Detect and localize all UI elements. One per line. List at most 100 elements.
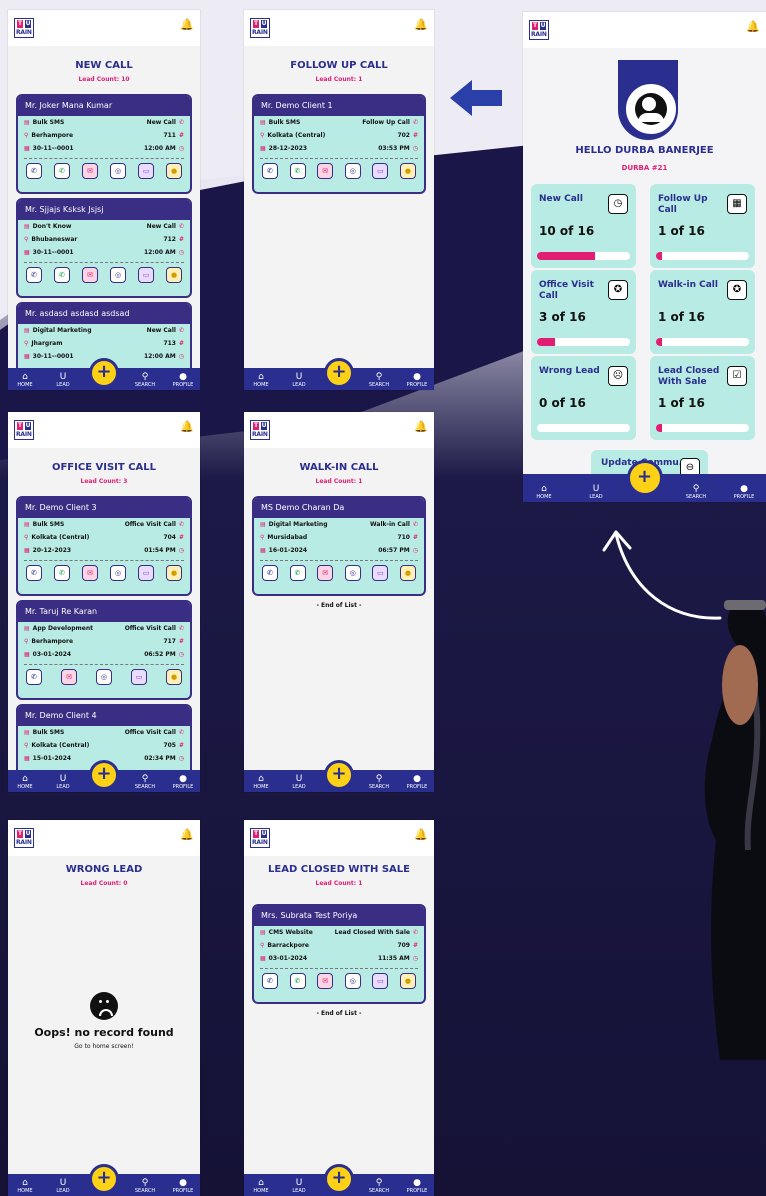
nav-search[interactable]: ⚲ SEARCH	[366, 1178, 392, 1194]
nav-lead[interactable]: U LEAD	[286, 372, 312, 388]
nav-lead[interactable]: U LEAD	[286, 774, 312, 790]
call-icon[interactable]: ✆	[54, 163, 70, 179]
message-icon[interactable]: ▭	[138, 267, 154, 283]
status-icon[interactable]: ●	[166, 669, 182, 685]
mail-icon[interactable]: ✉	[82, 163, 98, 179]
nav-lead[interactable]: U LEAD	[286, 1178, 312, 1194]
tile-office-visit[interactable]: Office Visit Call ✪ 3 of 16	[531, 270, 636, 354]
status-icon[interactable]: ●	[399, 163, 416, 179]
nav-profile[interactable]: ● PROFILE	[170, 372, 196, 388]
calendar-icon: ▦	[24, 547, 30, 554]
status-icon[interactable]: ●	[166, 565, 182, 581]
mail-icon[interactable]: ✉	[82, 565, 98, 581]
bell-icon[interactable]: 🔔	[414, 828, 428, 841]
nav-home[interactable]: ⌂ HOME	[531, 484, 557, 500]
phone-icon[interactable]: ✆	[262, 565, 278, 581]
tile-follow-up[interactable]: Follow Up Call ▦ 1 of 16	[650, 184, 755, 268]
phone-icon[interactable]: ✆	[26, 565, 42, 581]
lead-card[interactable]: Mr. Taruj Re Karan ▤ App Development Offic…	[16, 600, 192, 700]
nav-lead[interactable]: U LEAD	[50, 774, 76, 790]
bell-icon[interactable]: 🔔	[414, 18, 428, 31]
nav-profile[interactable]: ● PROFILE	[170, 774, 196, 790]
nav-home[interactable]: ⌂ HOME	[12, 774, 38, 790]
nav-home[interactable]: ⌂ HOME	[12, 372, 38, 388]
bell-icon[interactable]: 🔔	[180, 828, 194, 841]
phone-icon[interactable]: ✆	[262, 973, 278, 989]
add-lead-button[interactable]: +	[324, 760, 354, 790]
nav-profile[interactable]: ● PROFILE	[404, 372, 430, 388]
whatsapp-icon[interactable]: ◎	[344, 973, 361, 989]
whatsapp-icon[interactable]: ◎	[344, 163, 361, 179]
add-lead-button[interactable]: +	[626, 460, 663, 496]
message-icon[interactable]: ▭	[372, 565, 389, 581]
phone-icon[interactable]: ✆	[26, 267, 42, 283]
call-icon[interactable]: ✆	[289, 973, 306, 989]
tile-walk-in[interactable]: Walk-in Call ✪ 1 of 16	[650, 270, 755, 354]
mail-icon[interactable]: ✉	[317, 565, 334, 581]
message-icon[interactable]: ▭	[138, 163, 154, 179]
nav-home[interactable]: ⌂ HOME	[248, 372, 274, 388]
nav-home[interactable]: ⌂ HOME	[248, 774, 274, 790]
whatsapp-icon[interactable]: ◎	[110, 565, 126, 581]
nav-home[interactable]: ⌂ HOME	[248, 1178, 274, 1194]
message-icon[interactable]: ▭	[372, 973, 389, 989]
add-lead-button[interactable]: +	[89, 1164, 119, 1194]
call-icon[interactable]: ✆	[54, 565, 70, 581]
whatsapp-icon[interactable]: ◎	[110, 163, 126, 179]
bell-icon[interactable]: 🔔	[414, 420, 428, 433]
tile-new-call[interactable]: New Call ◷ 10 of 16	[531, 184, 636, 268]
add-lead-button[interactable]: +	[89, 358, 119, 388]
lead-card[interactable]: Mr. Sjjajs Ksksk Jsjsj ▤ Don't Know New Ca…	[16, 198, 192, 298]
empty-subtitle[interactable]: Go to home screen!	[8, 1043, 200, 1050]
nav-search[interactable]: ⚲ SEARCH	[366, 774, 392, 790]
nav-profile[interactable]: ● PROFILE	[170, 1178, 196, 1194]
nav-search[interactable]: ⚲ SEARCH	[366, 372, 392, 388]
nav-profile[interactable]: ● PROFILE	[404, 1178, 430, 1194]
message-icon[interactable]: ▭	[372, 163, 389, 179]
status-icon[interactable]: ●	[399, 973, 416, 989]
tile-closed-sale[interactable]: Lead Closed With Sale ☑ 1 of 16	[650, 356, 755, 440]
message-icon[interactable]: ▭	[138, 565, 154, 581]
add-lead-button[interactable]: +	[324, 1164, 354, 1194]
whatsapp-icon[interactable]: ◎	[110, 267, 126, 283]
status-icon[interactable]: ●	[166, 267, 182, 283]
lead-card[interactable]: Mr. Demo Client 1 ▤ Bulk SMS Follow Up Cal…	[252, 94, 426, 194]
phone-icon[interactable]: ✆	[262, 163, 278, 179]
bell-icon[interactable]: 🔔	[180, 18, 194, 31]
mail-icon[interactable]: ✉	[82, 267, 98, 283]
nav-search[interactable]: ⚲ SEARCH	[132, 1178, 158, 1194]
call-icon[interactable]: ✆	[289, 163, 306, 179]
nav-profile[interactable]: ● PROFILE	[731, 484, 757, 500]
add-lead-button[interactable]: +	[89, 760, 119, 790]
mail-icon[interactable]: ✉	[61, 669, 77, 685]
phone-icon[interactable]: ✆	[26, 669, 42, 685]
nav-profile[interactable]: ● PROFILE	[404, 774, 430, 790]
status-icon[interactable]: ●	[399, 565, 416, 581]
add-lead-button[interactable]: +	[324, 358, 354, 388]
bell-icon[interactable]: 🔔	[180, 420, 194, 433]
call-icon[interactable]: ✆	[54, 267, 70, 283]
status-icon[interactable]: ●	[166, 163, 182, 179]
message-icon[interactable]: ▭	[131, 669, 147, 685]
nav-search[interactable]: ⚲ SEARCH	[683, 484, 709, 500]
tile-wrong-lead[interactable]: Wrong Lead ☹ 0 of 16	[531, 356, 636, 440]
lead-card[interactable]: MS Demo Charan Da ▤ Digital Marketing Walk…	[252, 496, 426, 596]
mail-icon[interactable]: ✉	[317, 163, 334, 179]
lead-source: App Development	[32, 625, 93, 632]
lead-card[interactable]: Mrs. Subrata Test Poriya ▤ CMS Website Lea…	[252, 904, 426, 1004]
phone-icon[interactable]: ✆	[26, 163, 42, 179]
avatar[interactable]	[624, 82, 678, 136]
call-icon[interactable]: ✆	[289, 565, 306, 581]
whatsapp-icon[interactable]: ◎	[344, 565, 361, 581]
nav-lead[interactable]: U LEAD	[583, 484, 609, 500]
nav-lead[interactable]: U LEAD	[50, 1178, 76, 1194]
bell-icon[interactable]: 🔔	[746, 20, 760, 33]
lead-card[interactable]: Mr. Demo Client 3 ▤ Bulk SMS Office Visit …	[16, 496, 192, 596]
mail-icon[interactable]: ✉	[317, 973, 334, 989]
nav-search[interactable]: ⚲ SEARCH	[132, 774, 158, 790]
nav-home[interactable]: ⌂ HOME	[12, 1178, 38, 1194]
lead-card[interactable]: Mr. Joker Mana Kumar ▤ Bulk SMS New Call ✆ …	[16, 94, 192, 194]
whatsapp-icon[interactable]: ◎	[96, 669, 112, 685]
nav-search[interactable]: ⚲ SEARCH	[132, 372, 158, 388]
nav-lead[interactable]: U LEAD	[50, 372, 76, 388]
